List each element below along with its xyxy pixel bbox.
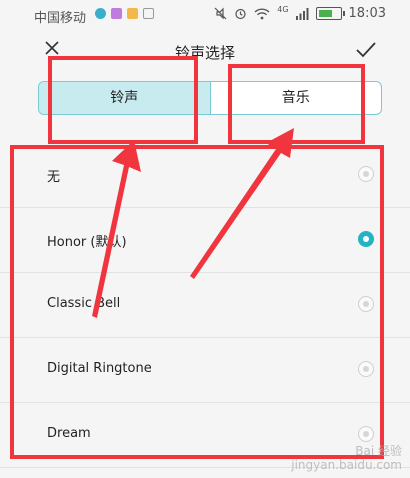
- network-type: 4G: [277, 4, 289, 14]
- watermark-brand: Bai 经验: [355, 444, 402, 458]
- watermark-url: jingyan.baidu.com: [291, 458, 402, 472]
- carrier-name: 中国移动: [34, 11, 87, 26]
- battery-icon: [315, 7, 345, 20]
- system-icons: 4G 18:03: [214, 4, 386, 21]
- annotation-box-ringtone-tab: [48, 56, 198, 144]
- annotation-box-ringtone-list: [10, 145, 384, 459]
- mute-icon: [214, 7, 227, 20]
- app-notification-icon: [127, 8, 138, 19]
- check-icon[interactable]: [354, 38, 378, 62]
- status-bar: 中国移动 4G 18:03: [0, 0, 410, 30]
- app-notification-icon: [95, 8, 106, 19]
- signal-icon: [295, 7, 309, 20]
- clock: 18:03: [348, 6, 386, 21]
- annotation-box-music-tab: [228, 64, 365, 144]
- image-notification-icon: [143, 8, 154, 19]
- watermark: Bai 经验 jingyan.baidu.com: [291, 444, 402, 472]
- app-notification-icon: [111, 8, 122, 19]
- notification-icons: [95, 8, 154, 19]
- alarm-icon: [235, 8, 246, 20]
- wifi-icon: [254, 7, 270, 19]
